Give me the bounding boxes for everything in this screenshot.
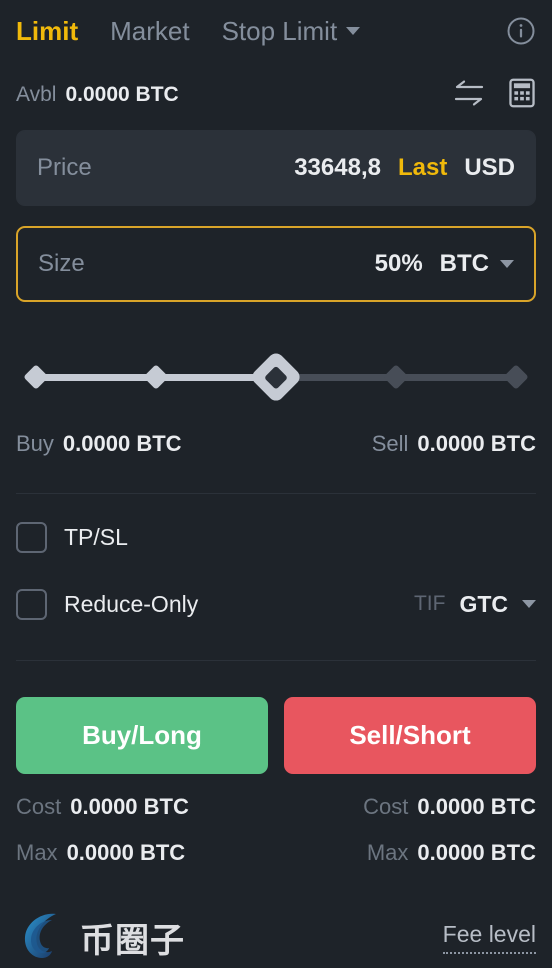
size-input-field[interactable]: Size 50% BTC <box>16 226 536 302</box>
size-input-placeholder: Size <box>38 250 85 277</box>
spiral-circle-logo <box>16 906 74 968</box>
futures-order-panel: Limit Market Stop Limit Avbl 0.0000 BTC <box>0 0 552 968</box>
price-value: 33648,8 <box>294 154 381 181</box>
size-field-right: 50% BTC <box>375 250 514 278</box>
chevron-down-icon <box>500 260 514 268</box>
available-balance-label: Avbl <box>16 83 57 106</box>
buy-summary-label: Buy <box>16 431 54 456</box>
tpsl-row: TP/SL <box>16 513 536 561</box>
tab-market-label: Market <box>110 15 190 46</box>
chevron-down-icon <box>346 27 361 35</box>
buy-cost: Cost 0.0000 BTC <box>16 794 189 820</box>
sell-cost: Cost 0.0000 BTC <box>363 794 536 820</box>
tab-limit[interactable]: Limit <box>16 16 78 47</box>
reduce-only-row: Reduce-Only TIF GTC <box>16 580 536 628</box>
buy-max-value: 0.0000 BTC <box>66 840 186 865</box>
chevron-down-icon <box>522 600 536 608</box>
sell-summary: Sell 0.0000 BTC <box>372 431 536 457</box>
tab-market[interactable]: Market <box>110 16 189 47</box>
watermark: 币圈子 <box>16 906 185 968</box>
order-action-buttons: Buy/Long Sell/Short <box>16 697 536 774</box>
tpsl-label: TP/SL <box>64 523 128 550</box>
price-input-placeholder: Price <box>37 154 92 181</box>
available-balance-row: Avbl 0.0000 BTC <box>16 72 536 118</box>
size-unit-selector[interactable]: BTC <box>440 250 514 278</box>
sell-max: Max 0.0000 BTC <box>367 840 536 866</box>
size-unit-label: BTC <box>439 250 489 277</box>
slider-stop-25[interactable] <box>143 364 169 390</box>
slider-handle[interactable] <box>249 350 303 404</box>
info-circle-icon[interactable] <box>506 16 536 46</box>
price-mode-toggle[interactable]: Last <box>398 154 447 182</box>
sell-short-button[interactable]: Sell/Short <box>284 697 536 774</box>
buy-long-button[interactable]: Buy/Long <box>16 697 268 774</box>
tab-limit-label: Limit <box>16 15 79 46</box>
buy-summary: Buy 0.0000 BTC <box>16 431 182 457</box>
price-input-field[interactable]: Price 33648,8 Last USD <box>16 130 536 206</box>
footer: 币圈子 Fee level <box>0 906 552 968</box>
swap-arrows-icon[interactable] <box>452 80 486 111</box>
watermark-text: 币圈子 <box>80 920 185 961</box>
sell-summary-label: Sell <box>371 431 409 456</box>
tab-stop-limit[interactable]: Stop Limit <box>222 16 361 47</box>
slider-stop-75[interactable] <box>383 364 409 390</box>
calculator-icon[interactable] <box>508 78 536 113</box>
tab-stop-limit-label: Stop Limit <box>221 15 338 46</box>
size-percent-slider[interactable] <box>16 350 536 404</box>
divider-top <box>16 493 536 494</box>
sell-summary-value: 0.0000 BTC <box>417 431 536 456</box>
cost-row: Cost 0.0000 BTC Cost 0.0000 BTC <box>16 794 536 820</box>
slider-stop-100[interactable] <box>503 364 529 390</box>
buy-max: Max 0.0000 BTC <box>16 840 185 866</box>
size-percent-value: 50% <box>374 250 423 277</box>
order-type-tabs: Limit Market Stop Limit <box>16 0 536 58</box>
sell-cost-value: 0.0000 BTC <box>417 794 536 819</box>
buy-sell-summary-row: Buy 0.0000 BTC Sell 0.0000 BTC <box>16 427 536 461</box>
sell-max-label: Max <box>366 840 409 865</box>
fee-level-link[interactable]: Fee level <box>442 921 536 954</box>
divider-bottom <box>16 660 536 661</box>
reduce-only-checkbox[interactable] <box>16 588 47 620</box>
reduce-only-label: Reduce-Only <box>64 590 199 617</box>
tpsl-checkbox[interactable] <box>16 521 47 553</box>
tif-selector[interactable]: TIF GTC <box>414 591 536 618</box>
tif-value: GTC <box>459 590 508 617</box>
buy-cost-label: Cost <box>16 794 62 819</box>
price-currency: USD <box>464 154 515 181</box>
buy-summary-value: 0.0000 BTC <box>62 431 182 456</box>
sell-cost-label: Cost <box>363 794 409 819</box>
slider-stop-0[interactable] <box>23 364 49 390</box>
buy-cost-value: 0.0000 BTC <box>70 794 189 819</box>
sell-max-value: 0.0000 BTC <box>417 840 536 865</box>
balance-actions <box>452 78 536 113</box>
available-balance-value: 0.0000 BTC <box>65 83 179 106</box>
price-field-right: 33648,8 Last USD <box>294 154 515 182</box>
tif-label: TIF <box>413 592 446 615</box>
buy-max-label: Max <box>16 840 58 865</box>
max-row: Max 0.0000 BTC Max 0.0000 BTC <box>16 840 536 866</box>
